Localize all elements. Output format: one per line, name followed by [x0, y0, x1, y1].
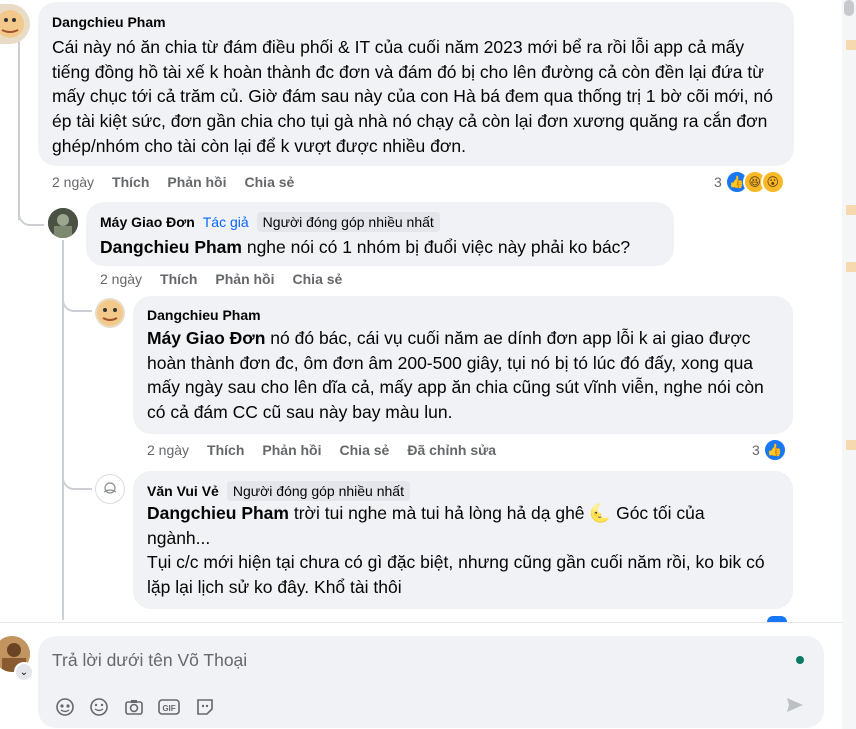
reply-button[interactable]: Phản hồi: [215, 271, 274, 287]
wow-icon: 😮: [760, 170, 785, 194]
comment-bubble: Văn Vui Vẻ Người đóng góp nhiều nhất Dan…: [133, 471, 793, 609]
reaction-summary[interactable]: 3 👍: [752, 438, 787, 462]
sticker-icon[interactable]: [194, 696, 216, 718]
avatar[interactable]: [48, 208, 78, 238]
svg-text:GIF: GIF: [162, 704, 175, 713]
gif-icon[interactable]: GIF: [158, 696, 180, 718]
send-icon[interactable]: [784, 694, 806, 716]
chevron-down-icon[interactable]: ⌄: [14, 662, 34, 682]
comment-actions: 2 ngày Thích Phản hồi Chia sẻ Đã chỉnh s…: [147, 442, 496, 458]
reaction-count: 3: [752, 442, 760, 458]
comment-bubble: Dangchieu Pham Cái này nó ăn chia từ đám…: [38, 2, 794, 166]
photo-avatar-icon: [48, 208, 78, 238]
comment-time[interactable]: 2 ngày: [100, 271, 142, 287]
side-indicator: [846, 40, 856, 50]
comment-author[interactable]: Văn Vui Vẻ: [147, 483, 219, 499]
side-indicator: [846, 262, 856, 272]
thread-line: [62, 464, 92, 490]
like-button[interactable]: Thích: [160, 271, 197, 287]
comment-bubble: Máy Giao Đơn Tác giả Người đóng góp nhiề…: [86, 202, 674, 266]
comment-text: Máy Giao Đơn nó đó bác, cái vụ cuối năm …: [147, 328, 764, 423]
thread-line: [18, 200, 44, 226]
divider: [0, 622, 842, 623]
tiger-avatar-icon: [97, 300, 123, 326]
like-icon: 👍: [762, 438, 787, 462]
tiger-avatar-icon: [0, 10, 24, 38]
comment-text: Cái này nó ăn chia từ đám điều phối & IT…: [52, 37, 773, 156]
reaction-count: 3: [714, 174, 722, 190]
emoji-icon: 🌜: [589, 503, 612, 523]
comment-actions: 2 ngày Thích Phản hồi Chia sẻ: [100, 271, 342, 287]
reply-button[interactable]: Phản hồi: [262, 442, 321, 458]
comment-text: Dangchieu Pham trời tui nghe mà tui hả l…: [147, 503, 765, 598]
comment-actions: 2 ngày Thích Phản hồi Chia sẻ: [52, 174, 294, 190]
side-indicator: [846, 205, 856, 215]
top-contributor-badge: Người đóng góp nhiều nhất: [256, 212, 440, 232]
like-button[interactable]: Thích: [207, 442, 244, 458]
mention-link[interactable]: Dangchieu Pham: [147, 503, 289, 523]
comment-author[interactable]: Dangchieu Pham: [52, 14, 166, 30]
comment-author[interactable]: Máy Giao Đơn: [100, 214, 195, 230]
reaction-summary[interactable]: 3 👍 😆 😮: [714, 170, 785, 194]
thread-line: [62, 286, 92, 312]
emoji-icon[interactable]: [88, 696, 110, 718]
avatar-sticker-icon[interactable]: [54, 696, 76, 718]
edited-label[interactable]: Đã chỉnh sửa: [407, 442, 496, 458]
author-badge: Tác giả: [202, 214, 249, 230]
comment-author[interactable]: Dangchieu Pham: [147, 307, 261, 323]
default-avatar-icon: [103, 482, 117, 494]
reply-composer[interactable]: Trả lời dưới tên Võ Thoại GIF: [38, 636, 824, 728]
avatar[interactable]: [0, 4, 30, 44]
scrollbar-thumb[interactable]: [844, 0, 854, 16]
comment-text: Dangchieu Pham nghe nói có 1 nhóm bị đuổ…: [100, 237, 631, 257]
mention-link[interactable]: Máy Giao Đơn: [147, 328, 265, 348]
side-indicator: [846, 440, 856, 450]
reply-input[interactable]: Trả lời dưới tên Võ Thoại: [52, 650, 247, 671]
top-contributor-badge: Người đóng góp nhiều nhất: [226, 481, 410, 501]
comment-time[interactable]: 2 ngày: [52, 174, 94, 190]
camera-icon[interactable]: [123, 696, 145, 718]
thread-line: [18, 40, 20, 220]
avatar[interactable]: [95, 298, 125, 328]
scrollbar[interactable]: [842, 0, 856, 729]
share-button[interactable]: Chia sẻ: [293, 271, 343, 287]
status-dot: [796, 656, 804, 664]
comment-time[interactable]: 2 ngày: [147, 442, 189, 458]
mention-link[interactable]: Dangchieu Pham: [100, 237, 242, 257]
reply-button[interactable]: Phản hồi: [167, 174, 226, 190]
avatar[interactable]: [95, 474, 125, 504]
share-button[interactable]: Chia sẻ: [245, 174, 295, 190]
comment-bubble: Dangchieu Pham Máy Giao Đơn nó đó bác, c…: [133, 296, 793, 434]
share-button[interactable]: Chia sẻ: [340, 442, 390, 458]
like-button[interactable]: Thích: [112, 174, 149, 190]
